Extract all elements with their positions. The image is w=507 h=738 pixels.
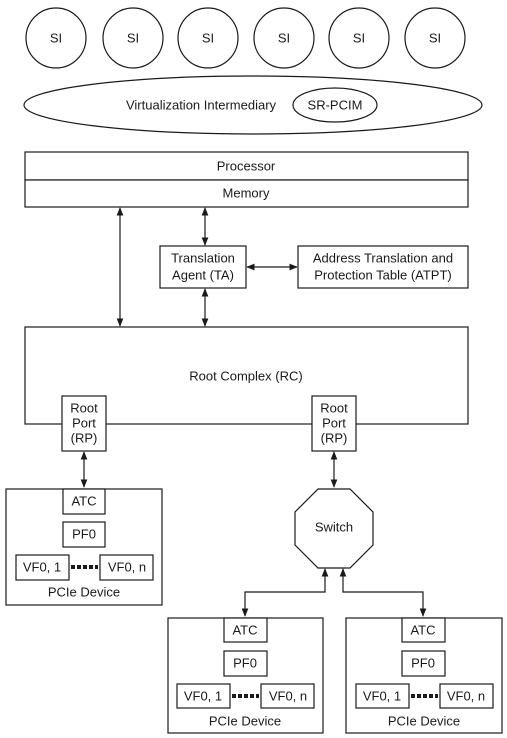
system-image: SI [177, 7, 239, 69]
switch: Switch [294, 488, 374, 569]
system-image: SI [404, 7, 466, 69]
label: SR-PCIM [308, 97, 363, 112]
virtualization-intermediary: Virtualization Intermediary SR-PCIM [23, 75, 483, 135]
label: VF0, 1 [184, 688, 222, 703]
label: PF0 [233, 655, 257, 670]
label: Root Complex (RC) [189, 368, 302, 383]
label: ATC [232, 622, 257, 637]
atpt: Address Translation and Protection Table… [297, 245, 469, 289]
label: Memory [223, 185, 270, 200]
label: (RP) [71, 430, 98, 445]
label: VF0, n [447, 688, 485, 703]
label: Root [320, 400, 348, 415]
label: Port [322, 415, 346, 430]
label: ATC [410, 622, 435, 637]
label: VF0, 1 [23, 559, 61, 574]
label: ATC [71, 493, 96, 508]
sr-iov-diagram: SI SI SI SI SI SI Virtualization Interme… [5, 7, 503, 734]
translation-agent: Translation Agent (TA) [159, 245, 247, 289]
label: Switch [315, 519, 353, 534]
label: VF0, n [269, 688, 307, 703]
label: SI [429, 30, 441, 45]
label: SI [202, 30, 214, 45]
label: PF0 [72, 526, 96, 541]
label: Port [72, 415, 96, 430]
label: Agent (TA) [172, 267, 234, 282]
pcie-device: ATC PF0 VF0, 1 VF0, n PCIe Device [5, 488, 163, 606]
label: VF0, 1 [363, 688, 401, 703]
system-image: SI [253, 7, 315, 69]
label: PCIe Device [209, 713, 281, 728]
root-port-left: Root Port (RP) [61, 395, 107, 452]
label: PF0 [411, 655, 435, 670]
label: Address Translation and [313, 250, 453, 265]
root-port-right: Root Port (RP) [311, 395, 357, 452]
switch-device-arrow [241, 568, 329, 617]
pcie-device: ATC PF0 VF0, 1 VF0, n PCIe Device [345, 617, 503, 734]
label: PCIe Device [388, 713, 460, 728]
system-image: SI [102, 7, 164, 69]
label: SI [353, 30, 365, 45]
label: Translation [171, 250, 235, 265]
processor-memory: Processor Memory [24, 151, 469, 208]
switch-device-arrow [339, 568, 427, 617]
label: PCIe Device [48, 584, 120, 599]
pcie-device: ATC PF0 VF0, 1 VF0, n PCIe Device [167, 617, 324, 734]
label: SI [278, 30, 290, 45]
system-image: SI [328, 7, 390, 69]
label: Protection Table (ATPT) [314, 267, 452, 282]
system-image: SI [25, 7, 87, 69]
label: VF0, n [108, 559, 146, 574]
label: Root [70, 400, 98, 415]
label: SI [127, 30, 139, 45]
label: Processor [217, 158, 276, 173]
label: Virtualization Intermediary [126, 97, 277, 112]
label: SI [50, 30, 62, 45]
label: (RP) [321, 430, 348, 445]
